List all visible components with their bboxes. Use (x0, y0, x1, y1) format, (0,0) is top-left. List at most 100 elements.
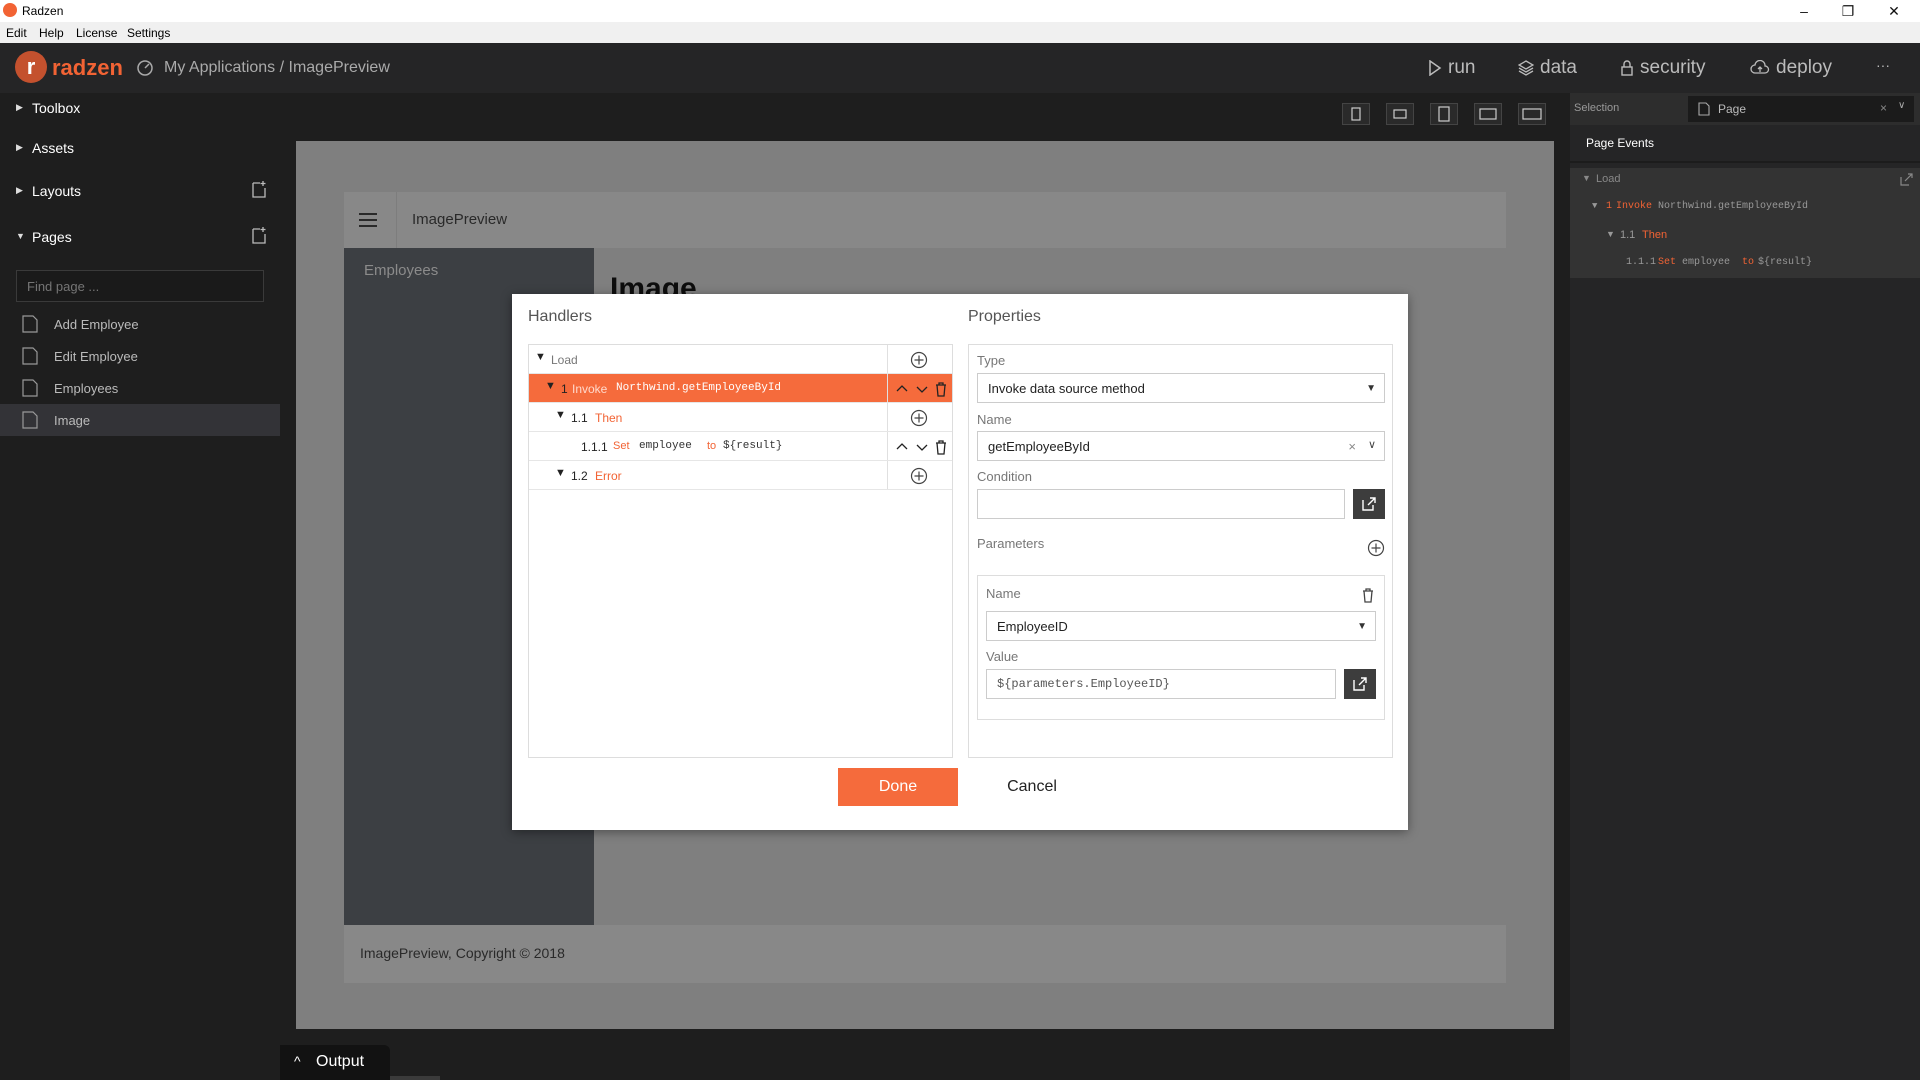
collapse-arrow-icon: ▼ (555, 409, 566, 421)
add-parameter-icon[interactable] (1367, 539, 1385, 557)
menu-license[interactable]: License (76, 26, 117, 40)
move-up-icon[interactable] (893, 380, 911, 398)
condition-expression-button[interactable] (1353, 489, 1385, 519)
page-item-add-employee[interactable]: Add Employee (0, 308, 280, 340)
param-name-select[interactable]: EmployeeID ▼ (986, 611, 1376, 641)
output-label: Output (316, 1053, 364, 1071)
add-page-icon[interactable] (250, 226, 268, 246)
phone-landscape-button[interactable] (1386, 103, 1414, 125)
delete-icon[interactable] (933, 380, 949, 398)
page-icon (22, 347, 38, 365)
collapse-arrow-icon: ▼ (1606, 229, 1615, 239)
done-button[interactable]: Done (838, 768, 958, 806)
right-panel: Selection Page × ∨ Page Events ▼ Load ▼ … (1570, 93, 1920, 1080)
page-item-label: Image (54, 413, 90, 428)
security-button[interactable]: security (1620, 57, 1705, 79)
expand-arrow-icon: ▶ (16, 142, 23, 153)
collapse-arrow-icon: ▼ (1582, 173, 1591, 183)
menu-help[interactable]: Help (39, 26, 64, 40)
deploy-button[interactable]: deploy (1750, 57, 1832, 79)
handlers-dialog: Handlers Properties ▼ Load ▼ 1 Invoke No… (512, 294, 1408, 830)
tree-then-node[interactable]: ▼ 1.1 Then (1570, 224, 1920, 248)
close-window-button[interactable]: ✕ (1872, 0, 1916, 22)
handler-invoke-num: 1 (561, 382, 568, 396)
page-item-image[interactable]: Image (0, 404, 280, 436)
add-action-icon[interactable] (910, 409, 928, 427)
data-button[interactable]: data (1518, 57, 1577, 79)
name-dropdown[interactable]: getEmployeeById × ∨ (977, 431, 1385, 461)
expand-arrow-icon: ▶ (16, 185, 23, 196)
more-menu-button[interactable]: ··· (1876, 57, 1890, 73)
tree-load-node[interactable]: ▼ Load (1570, 168, 1920, 192)
move-up-icon[interactable] (893, 438, 911, 456)
page-item-employees[interactable]: Employees (0, 372, 280, 404)
cancel-button[interactable]: Cancel (982, 768, 1082, 806)
output-resize-handle[interactable] (390, 1076, 440, 1080)
handler-row-load[interactable]: ▼ Load (529, 345, 952, 374)
dropdown-arrow-icon: ▼ (1357, 621, 1367, 632)
type-select[interactable]: Invoke data source method ▼ (977, 373, 1385, 403)
tree-set-node[interactable]: 1.1.1 Set employee to ${result} (1570, 252, 1920, 276)
minimize-button[interactable]: – (1782, 0, 1826, 22)
tablet-landscape-button[interactable] (1474, 103, 1502, 125)
play-icon (1428, 60, 1442, 76)
name-value: getEmployeeById (988, 439, 1090, 454)
page-item-label: Add Employee (54, 317, 139, 332)
clear-selection-icon[interactable]: × (1880, 101, 1887, 115)
assets-section[interactable]: ▶ Assets (0, 133, 280, 163)
desktop-button[interactable] (1518, 103, 1546, 125)
move-down-icon[interactable] (913, 380, 931, 398)
tree-invoke-num: 1 (1606, 201, 1612, 212)
handler-then-kw: Then (595, 411, 622, 425)
type-label: Type (977, 353, 1005, 368)
clear-name-icon[interactable]: × (1348, 439, 1356, 454)
add-action-icon[interactable] (910, 351, 928, 369)
layouts-section[interactable]: ▶ Layouts (0, 176, 280, 206)
row-controls (893, 380, 949, 398)
breadcrumb[interactable]: My Applications / ImagePreview (164, 59, 390, 77)
restore-button[interactable]: ❐ (1826, 0, 1870, 22)
window-title: Radzen (22, 4, 63, 18)
handler-set-value: ${result} (723, 440, 782, 452)
chevron-down-icon[interactable]: ∨ (1898, 100, 1905, 111)
desktop-icon (1522, 108, 1542, 120)
handler-row-error[interactable]: ▼ 1.2 Error (529, 461, 952, 490)
menu-settings[interactable]: Settings (127, 26, 170, 40)
add-action-icon[interactable] (910, 467, 928, 485)
menu-edit[interactable]: Edit (6, 26, 27, 40)
param-value-input[interactable]: ${parameters.EmployeeID} (986, 669, 1336, 699)
lock-icon (1620, 60, 1634, 76)
handler-set-num: 1.1.1 (581, 440, 608, 454)
page-icon (22, 315, 38, 333)
move-down-icon[interactable] (913, 438, 931, 456)
expand-arrow-icon: ▶ (16, 102, 23, 113)
handler-row-set[interactable]: 1.1.1 Set employee to ${result} (529, 432, 952, 461)
applications-icon[interactable] (136, 59, 154, 77)
layouts-label: Layouts (32, 183, 81, 199)
run-button[interactable]: run (1428, 57, 1475, 79)
toolbox-section[interactable]: ▶ Toolbox (0, 93, 280, 123)
handler-row-then[interactable]: ▼ 1.1 Then (529, 403, 952, 432)
add-layout-icon[interactable] (250, 180, 268, 200)
delete-parameter-icon[interactable] (1360, 586, 1376, 604)
edit-handler-icon[interactable] (1900, 173, 1913, 186)
delete-icon[interactable] (933, 438, 949, 456)
tablet-portrait-button[interactable] (1430, 103, 1458, 125)
tablet-landscape-icon (1479, 108, 1497, 120)
chevron-down-icon[interactable]: ∨ (1368, 438, 1376, 451)
radzen-logo-icon: r (15, 51, 47, 83)
collapse-arrow-icon: ▼ (1592, 201, 1597, 211)
param-value-expression-button[interactable] (1344, 669, 1376, 699)
condition-input[interactable] (977, 489, 1345, 519)
find-page-input[interactable] (16, 270, 264, 302)
external-edit-icon (1352, 676, 1368, 692)
events-tree: ▼ Load ▼ 1 Invoke Northwind.getEmployeeB… (1570, 168, 1920, 278)
output-tab[interactable]: ^ Output (280, 1045, 390, 1080)
handler-row-invoke[interactable]: ▼ 1 Invoke Northwind.getEmployeeById (529, 374, 952, 403)
phone-portrait-button[interactable] (1342, 103, 1370, 125)
tree-invoke-node[interactable]: ▼ 1 Invoke Northwind.getEmployeeById (1570, 196, 1920, 220)
page-item-edit-employee[interactable]: Edit Employee (0, 340, 280, 372)
selection-dropdown[interactable]: Page × ∨ (1688, 96, 1914, 122)
pages-section[interactable]: ▼ Pages (0, 222, 280, 252)
collapse-arrow-icon: ▼ (545, 380, 556, 392)
